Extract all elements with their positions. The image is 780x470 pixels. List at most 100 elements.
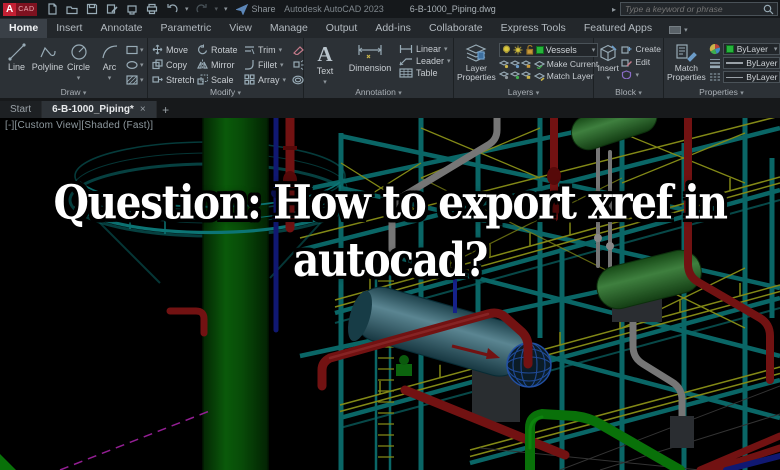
rotate-icon [198,44,208,55]
linear-icon [399,45,413,53]
rectangle-icon [126,45,138,55]
array-tool[interactable]: Array ▾ [244,72,290,87]
line-tool[interactable]: Line [2,40,31,86]
tab-parametric[interactable]: Parametric [152,19,221,38]
scale-tool[interactable]: Scale [197,72,243,87]
rotate-tool[interactable]: Rotate [197,42,243,57]
arc-tool[interactable]: Arc ▾ [95,40,124,86]
properties-controls: ByLayer ▾ ByLayer ByLayer [709,40,780,86]
start-tab[interactable]: Start [0,101,43,118]
tab-add-ins[interactable]: Add-ins [366,19,420,38]
drawing-tab[interactable]: 6-B-1000_Piping* × [42,101,157,118]
layer-iso-icon[interactable] [498,59,509,69]
copy-tool[interactable]: Copy [152,57,196,72]
ribbon-display-toggle[interactable]: ▾ [669,26,688,38]
hatch-tool[interactable]: ▾ [126,74,144,86]
tab-home[interactable]: Home [0,19,48,38]
autocad-logo-icon[interactable]: A CAD [3,2,37,16]
undo-button[interactable] [165,2,179,16]
move-icon [152,44,163,55]
tab-view[interactable]: View [220,19,261,38]
create-block-button[interactable]: Create [621,44,661,54]
tab-collaborate[interactable]: Collaborate [420,19,492,38]
tab-featured-apps[interactable]: Featured Apps [575,19,661,38]
lineweight-dropdown[interactable]: ByLayer [722,57,780,69]
qat-customize-icon[interactable]: ▾ [224,5,228,13]
stretch-tool[interactable]: Stretch [152,72,196,87]
search-box[interactable] [620,2,778,16]
open-file-button[interactable] [65,2,79,16]
redo-button[interactable] [195,2,209,16]
layer-merge-icon[interactable] [520,70,531,80]
properties-panel-title[interactable]: Properties ▾ [664,87,779,98]
fillet-tool[interactable]: Fillet ▾ [244,57,290,72]
insert-block-button[interactable]: Insert ▾ [597,40,619,86]
annotation-panel-title[interactable]: Annotation ▾ [304,87,453,98]
text-tool[interactable]: A Text ▾ [309,40,341,86]
save-button[interactable] [85,2,99,16]
move-tool[interactable]: Move [152,42,196,57]
offset-tool[interactable] [292,74,304,86]
new-drawing-tab-button[interactable]: + [157,101,175,118]
polyline-tool[interactable]: Polyline [32,40,63,86]
tab-annotate[interactable]: Annotate [91,19,151,38]
save-as-button[interactable] [105,2,119,16]
tab-manage[interactable]: Manage [261,19,317,38]
layer-on-icon [502,45,510,54]
modify-panel-title[interactable]: Modify ▾ [148,87,303,98]
offset-icon [292,75,304,85]
block-attributes-icon [622,70,632,79]
tab-output[interactable]: Output [317,19,367,38]
layer-properties-button[interactable]: Layer Properties [457,40,496,86]
tab-express-tools[interactable]: Express Tools [492,19,575,38]
make-current-button[interactable]: Make Current [533,59,598,69]
modify-extra-tools [292,40,304,86]
trim-tool[interactable]: Trim ▾ [244,42,290,57]
search-input[interactable] [621,4,763,14]
dim-overlay [0,118,780,470]
undo-dropdown-icon[interactable]: ▾ [185,5,189,13]
ribbon-toggle-arrow-icon: ▾ [684,27,688,34]
mirror-tool[interactable]: Mirror [197,57,243,72]
close-tab-icon[interactable]: × [140,104,146,115]
draw-panel-title[interactable]: Draw ▾ [0,87,147,98]
layer-lock-icon[interactable] [520,59,531,69]
ellipse-tool[interactable]: ▾ [126,59,144,71]
autocad-window: A CAD ▾ ▾ ▾ Share Autodesk AutoCAD 2023 6-… [0,0,780,470]
block-panel-title[interactable]: Block ▾ [594,87,663,98]
linetype-dropdown[interactable]: ByLayer [722,71,780,83]
stretch-icon [152,76,163,83]
search-icon[interactable] [763,4,774,15]
leader-tool[interactable]: Leader ▾ [399,56,451,66]
rectangle-tool[interactable]: ▾ [126,44,144,56]
block-attributes-button[interactable]: ▾ [621,70,661,79]
tab-insert[interactable]: Insert [47,19,91,38]
erase-tool[interactable] [292,44,304,56]
layer-off-icon[interactable] [498,70,509,80]
layer-dropdown[interactable]: Vessels ▾ [498,43,599,57]
block-tools: Create Edit ▾ [621,40,661,86]
layer-freeze-icon[interactable] [509,59,520,69]
redo-dropdown-icon[interactable]: ▾ [215,5,219,13]
color-dropdown[interactable]: ByLayer ▾ [722,43,780,55]
ellipse-icon [126,60,138,70]
linear-tool[interactable]: Linear ▾ [399,44,451,54]
search-expand-icon[interactable]: ▸ [612,5,616,14]
drawing-viewport[interactable]: [-][Custom View][Shaded (Fast)] Question… [0,118,780,470]
match-layer-button[interactable]: Match Layer [533,71,599,81]
new-file-button[interactable] [45,2,59,16]
layers-panel-title[interactable]: Layers ▾ [454,87,593,98]
dimension-tool[interactable]: Dimension [345,40,395,86]
product-name: Autodesk AutoCAD 2023 [284,4,384,14]
layer-unlock-all-icon[interactable] [509,70,520,80]
circle-tool[interactable]: Circle ▾ [64,40,93,86]
viewport-controls[interactable]: [-][Custom View][Shaded (Fast)] [5,120,153,131]
share-button[interactable]: Share [235,3,276,15]
3d-piping-model [0,118,780,470]
table-tool[interactable]: Table [399,68,451,78]
explode-tool[interactable] [292,59,304,71]
match-properties-button[interactable]: Match Properties [667,40,706,86]
edit-block-button[interactable]: Edit [621,57,661,67]
plot-button[interactable] [125,2,139,16]
print-button[interactable] [145,2,159,16]
